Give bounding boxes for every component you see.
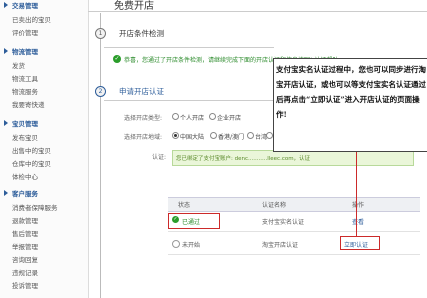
apply-now-link[interactable]: 立即认证 — [344, 240, 368, 249]
check-icon: ✓ — [172, 216, 179, 223]
region-mainland-radio[interactable] — [172, 132, 179, 139]
sidebar-item-violations[interactable]: 违规记录 — [12, 267, 38, 277]
region-taiwan-radio[interactable] — [247, 132, 254, 139]
region-hkmo-label[interactable]: 香港/澳门 — [218, 132, 244, 141]
row-1-status: 已通过 — [182, 219, 201, 226]
col-action: 操作 — [352, 202, 365, 209]
sidebar-item-on-sale[interactable]: 出售中的宝贝 — [12, 145, 51, 155]
sidebar-item-publish[interactable]: 发布宝贝 — [12, 132, 38, 142]
view-link[interactable]: 查看 — [352, 217, 364, 226]
region-overseas-radio[interactable] — [266, 132, 273, 139]
sidebar-item-ship[interactable]: 发货 — [12, 60, 25, 70]
col-status: 状态 — [178, 202, 191, 209]
section-arrow-icon — [4, 2, 8, 8]
table-header — [168, 197, 420, 212]
section-arrow-icon — [4, 190, 8, 196]
sidebar-item-replies[interactable]: 咨询回复 — [12, 254, 38, 264]
row-2-status: 未开始 — [182, 242, 201, 249]
sidebar-item-express[interactable]: 我要寄快递 — [12, 99, 45, 109]
col-name: 认证名称 — [262, 202, 287, 209]
sidebar-item-refunds[interactable]: 退款管理 — [12, 215, 38, 225]
divider — [104, 100, 274, 101]
sidebar-item-tools[interactable]: 物流工具 — [12, 73, 38, 83]
callout-text: 支付宝实名认证过程中，您也可以同步进行淘宝开店认证，或也可以等支付宝实名认证通过… — [276, 65, 426, 119]
shop-type-enterprise-radio[interactable] — [209, 113, 216, 120]
row-divider — [168, 254, 420, 255]
auth-label: 认证: — [152, 154, 167, 161]
step-1-title: 开店条件检测 — [119, 29, 164, 38]
row-divider — [168, 231, 420, 232]
region-mainland-label[interactable]: 中国大陆 — [180, 132, 204, 141]
divider — [104, 47, 274, 48]
auth-status-text: 您已绑定了支付宝账户: denc...........lleec.com，认证 — [176, 156, 311, 162]
shop-type-label: 选择开店类型: — [124, 115, 163, 122]
row-2-name: 淘宝开店认证 — [262, 242, 299, 249]
sidebar-section-service[interactable]: 客户服务 — [12, 188, 38, 198]
sidebar-item-warehouse[interactable]: 仓库中的宝贝 — [12, 158, 51, 168]
sidebar-item-complaints[interactable]: 投诉管理 — [12, 280, 38, 290]
page-title: 免费开店 — [114, 1, 154, 12]
section-arrow-icon — [4, 48, 8, 54]
step-2-badge: 2 — [95, 86, 106, 97]
pending-icon — [172, 240, 180, 248]
shop-type-personal-label[interactable]: 个人开店 — [180, 113, 204, 122]
region-label: 选择开店地域: — [124, 134, 163, 141]
section-arrow-icon — [4, 120, 8, 126]
sidebar-item-logistics-service[interactable]: 物流服务 — [12, 86, 38, 96]
region-hkmo-radio[interactable] — [210, 132, 217, 139]
annotation-line — [356, 150, 357, 236]
step-timeline — [100, 13, 101, 298]
sidebar-item-reports[interactable]: 举报管理 — [12, 241, 38, 251]
sidebar-item-reviews[interactable]: 评价管理 — [12, 27, 38, 37]
sidebar: 交易管理 已卖出的宝贝 评价管理 物流管理 发货 物流工具 物流服务 我要寄快递… — [0, 0, 89, 298]
success-check-icon: ✓ — [113, 55, 121, 63]
shop-type-enterprise-label[interactable]: 企业开店 — [217, 113, 241, 122]
row-1-name: 支付宝实名认证 — [262, 219, 305, 226]
shop-type-personal-radio[interactable] — [172, 113, 179, 120]
sidebar-item-protection[interactable]: 消费者保障服务 — [12, 202, 58, 212]
step-2-title: 申请开店认证 — [119, 87, 164, 96]
sidebar-item-checkup[interactable]: 体检中心 — [12, 171, 38, 181]
sidebar-section-logistics[interactable]: 物流管理 — [12, 46, 38, 56]
sidebar-item-sold[interactable]: 已卖出的宝贝 — [12, 14, 51, 24]
sidebar-item-after-sale[interactable]: 售后管理 — [12, 228, 38, 238]
sidebar-section-trade[interactable]: 交易管理 — [12, 0, 38, 10]
sidebar-section-items[interactable]: 宝贝管理 — [12, 118, 38, 128]
step-1-badge: 1 — [95, 28, 106, 39]
